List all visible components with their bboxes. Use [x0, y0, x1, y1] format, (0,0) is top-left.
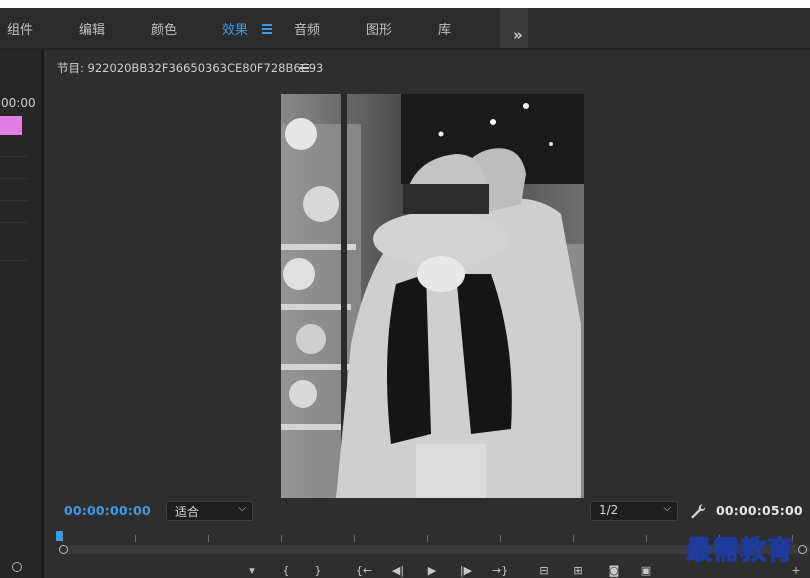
menu-item-effects[interactable]: 效果 — [222, 19, 248, 38]
track-divider — [0, 260, 28, 261]
track-divider — [0, 156, 28, 157]
scroll-handle-right[interactable] — [798, 545, 807, 554]
play-icon[interactable]: ▶ — [424, 564, 440, 578]
panel-menu-icon[interactable] — [300, 64, 309, 74]
track-divider — [0, 178, 28, 179]
ruler-tick — [573, 535, 574, 542]
window-top-strip — [0, 0, 810, 8]
video-frame-image — [281, 94, 584, 498]
extract-icon[interactable]: ⊞ — [570, 564, 586, 578]
zoom-level-value: 适合 — [175, 505, 200, 519]
ruler-tick — [354, 535, 355, 542]
ruler-tick — [135, 535, 136, 542]
program-monitor-title: 节目: 922020BB32F36650363CE80F728B6C93 — [57, 61, 324, 75]
chevron-down-icon: ⌵ — [663, 503, 671, 514]
zoom-handle-icon[interactable] — [12, 562, 22, 572]
menu-item-edit[interactable]: 编辑 — [79, 19, 105, 38]
playhead-icon[interactable] — [56, 531, 63, 541]
menu-item-color[interactable]: 颜色 — [151, 19, 177, 38]
watermark-logo: 最需教育 — [685, 535, 795, 566]
go-to-out-icon[interactable]: →} — [490, 564, 510, 578]
playback-resolution-dropdown[interactable]: 1/2 ⌵ — [590, 501, 678, 521]
track-divider — [0, 200, 28, 201]
go-to-in-icon[interactable]: {← — [354, 564, 374, 578]
left-panel-timecode: 00:00 — [1, 96, 36, 110]
double-chevron-right-icon[interactable]: » — [513, 26, 523, 44]
add-marker-icon[interactable]: ▾ — [244, 564, 260, 578]
menu-item-components[interactable]: 组件 — [7, 19, 33, 38]
ruler-tick — [646, 535, 647, 542]
hamburger-menu-icon[interactable] — [262, 24, 272, 36]
menu-item-audio[interactable]: 音频 — [294, 19, 320, 38]
ruler-tick — [208, 535, 209, 542]
timeline-clip[interactable] — [0, 116, 22, 135]
comparison-view-icon[interactable]: ▣ — [638, 564, 654, 578]
zoom-level-dropdown[interactable]: 适合 ⌵ — [166, 501, 253, 521]
workspace-menu-bar: 组件 编辑 颜色 效果 音频 图形 库 » — [0, 8, 810, 48]
mark-in-icon[interactable]: { — [278, 564, 294, 578]
scroll-handle-left[interactable] — [59, 545, 68, 554]
ruler-tick — [281, 535, 282, 542]
menu-item-graphics[interactable]: 图形 — [366, 19, 392, 38]
wrench-icon[interactable] — [690, 503, 706, 519]
ruler-tick — [500, 535, 501, 542]
mark-out-icon[interactable]: } — [310, 564, 326, 578]
ruler-tick — [427, 535, 428, 542]
playback-resolution-value: 1/2 — [599, 503, 619, 517]
step-forward-icon[interactable]: |▶ — [456, 564, 476, 578]
program-video-frame — [281, 94, 584, 498]
step-back-icon[interactable]: ◀| — [388, 564, 408, 578]
program-monitor-panel: 节目: 922020BB32F36650363CE80F728B6C93 00:… — [44, 50, 810, 578]
menu-item-libraries[interactable]: 库 — [438, 19, 451, 38]
chevron-down-icon: ⌵ — [238, 503, 246, 514]
current-timecode[interactable]: 00:00:00:00 — [64, 503, 151, 518]
lift-icon[interactable]: ⊟ — [536, 564, 552, 578]
duration-timecode: 00:00:05:00 — [716, 503, 803, 518]
export-frame-icon[interactable]: ◙ — [606, 564, 622, 578]
track-divider — [0, 222, 28, 223]
left-timeline-panel: 00:00 — [0, 50, 44, 578]
